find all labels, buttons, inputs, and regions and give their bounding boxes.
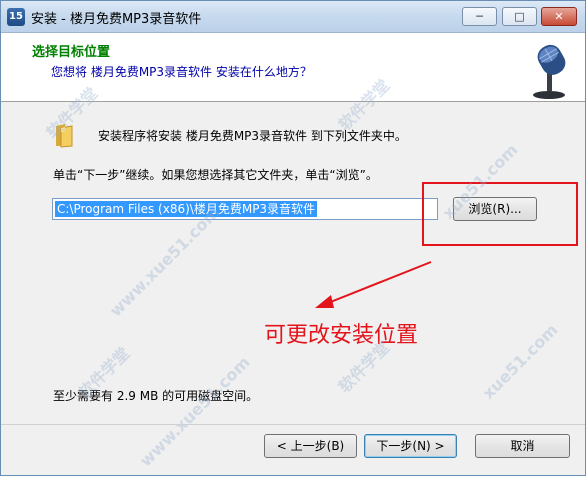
annotation-arrow-icon [315, 261, 432, 308]
install-path-input[interactable]: C:\Program Files (x86)\楼月免费MP3录音软件 [52, 198, 438, 220]
instruction-text: 单击“下一步”继续。如果您想选择其它文件夹，单击“浏览”。 [53, 168, 378, 182]
disk-space-text: 至少需要有 2.9 MB 的可用磁盘空间。 [53, 389, 259, 403]
highlight-box [422, 182, 578, 246]
cancel-button[interactable]: 取消 [475, 434, 570, 458]
app-icon: 15 [7, 8, 25, 26]
microphone-icon [533, 44, 566, 99]
install-info-text: 安装程序将安装 楼月免费MP3录音软件 到下列文件夹中。 [98, 129, 407, 143]
wizard-body: 安装程序将安装 楼月免费MP3录音软件 到下列文件夹中。 单击“下一步”继续。如… [1, 76, 585, 470]
back-button[interactable]: < 上一步(B) [264, 434, 357, 458]
install-path-value: C:\Program Files (x86)\楼月免费MP3录音软件 [55, 201, 318, 217]
installer-window: 15 安装 - 楼月免费MP3录音软件 ─ □ ✕ 选择目标位置 您想将 楼月免… [0, 0, 586, 476]
maximize-button[interactable]: □ [502, 7, 537, 26]
wizard-header: 选择目标位置 您想将 楼月免费MP3录音软件 安装在什么地方？ [1, 33, 585, 102]
annotation-text: 可更改安装位置 [264, 323, 419, 348]
page-subtitle: 您想将 楼月免费MP3录音软件 安装在什么地方？ [51, 65, 312, 79]
page-title: 选择目标位置 [32, 45, 111, 60]
title-bar[interactable]: 15 安装 - 楼月免费MP3录音软件 ─ □ ✕ [1, 1, 585, 33]
next-button[interactable]: 下一步(N) > [364, 434, 457, 458]
watermark-text: xue51.com [478, 320, 562, 403]
window-title: 安装 - 楼月免费MP3录音软件 [31, 12, 202, 27]
wizard-footer: < 上一步(B) 下一步(N) > 取消 [1, 424, 585, 477]
watermark-text: www.xue51.com [105, 202, 224, 321]
minimize-button[interactable]: ─ [462, 7, 497, 26]
close-button[interactable]: ✕ [541, 7, 577, 26]
folder-icon [56, 124, 73, 148]
